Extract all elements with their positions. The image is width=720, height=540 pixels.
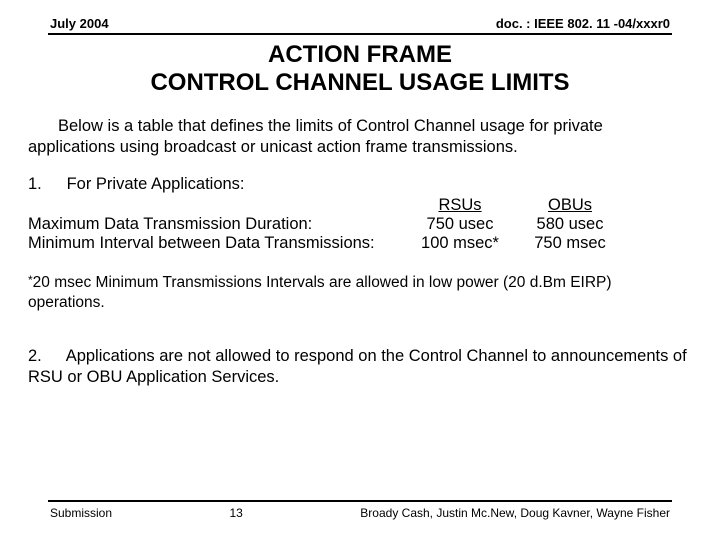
- footer: Submission 13 Broady Cash, Justin Mc.New…: [28, 500, 692, 520]
- section-2-text: Applications are not allowed to respond …: [28, 347, 687, 386]
- section-1-number: 1.: [28, 175, 62, 194]
- title-line-1: ACTION FRAME: [268, 41, 452, 68]
- section-2-paragraph: 2. Applications are not allowed to respo…: [28, 346, 692, 387]
- section-1-label: For Private Applications:: [67, 175, 245, 193]
- header-date: July 2004: [50, 16, 109, 31]
- row-label: Maximum Data Transmission Duration:: [28, 215, 408, 234]
- footer-left: Submission: [50, 506, 112, 520]
- row-value-obus: 580 usec: [518, 215, 628, 234]
- footer-rule: [48, 500, 672, 502]
- footer-row: Submission 13 Broady Cash, Justin Mc.New…: [28, 506, 692, 520]
- page-title: ACTION FRAME CONTROL CHANNEL USAGE LIMIT…: [28, 41, 692, 96]
- section-1-header: 1. For Private Applications:: [28, 175, 692, 194]
- header-doc-id: doc. : IEEE 802. 11 -04/xxxr0: [496, 16, 670, 31]
- row-value-rsus: 100 msec*: [408, 234, 518, 253]
- section-2-number: 2.: [28, 346, 62, 367]
- footer-authors: Broady Cash, Justin Mc.New, Doug Kavner,…: [360, 506, 670, 520]
- row-value-rsus: 750 usec: [408, 215, 518, 234]
- table-row: Maximum Data Transmission Duration: 750 …: [28, 215, 628, 234]
- slide-page: July 2004 doc. : IEEE 802. 11 -04/xxxr0 …: [0, 0, 720, 387]
- limits-table: RSUs OBUs Maximum Data Transmission Dura…: [28, 196, 628, 253]
- table-header-row: RSUs OBUs: [28, 196, 628, 215]
- row-value-obus: 750 msec: [518, 234, 628, 253]
- footnote: *20 msec Minimum Transmissions Intervals…: [28, 273, 692, 312]
- col-header-rsus: RSUs: [408, 196, 518, 215]
- footnote-text: 20 msec Minimum Transmissions Intervals …: [28, 274, 612, 310]
- intro-paragraph: Below is a table that defines the limits…: [28, 116, 692, 157]
- footer-page-number: 13: [229, 506, 242, 520]
- title-line-2: CONTROL CHANNEL USAGE LIMITS: [150, 69, 569, 96]
- header: July 2004 doc. : IEEE 802. 11 -04/xxxr0: [48, 16, 672, 35]
- row-label: Minimum Interval between Data Transmissi…: [28, 234, 408, 253]
- table-row: Minimum Interval between Data Transmissi…: [28, 234, 628, 253]
- col-header-obus: OBUs: [518, 196, 628, 215]
